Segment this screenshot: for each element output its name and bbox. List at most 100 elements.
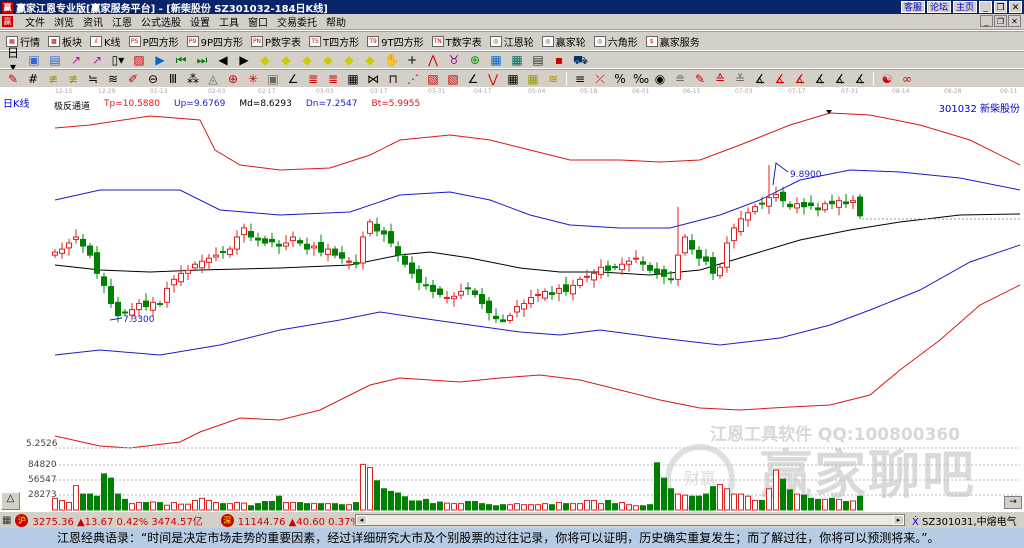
candle-body <box>269 238 275 243</box>
volume-bar <box>542 503 548 511</box>
volume-bar <box>689 495 695 511</box>
volume-bar <box>731 493 737 511</box>
volume-bar <box>514 503 520 511</box>
volume-bar <box>668 488 674 511</box>
volume-bar <box>619 502 625 511</box>
volume-bar <box>472 501 478 511</box>
candle-body <box>724 242 730 268</box>
candle-body <box>857 196 863 217</box>
volume-bar <box>248 505 254 511</box>
candle-body <box>234 236 240 250</box>
scroll-right-button[interactable]: → <box>1004 496 1022 509</box>
candle-body <box>598 266 604 276</box>
volume-bar <box>66 502 72 511</box>
price-tick-label: 5.2526 <box>26 439 58 449</box>
volume-bar <box>367 467 373 511</box>
volume-bar <box>87 493 93 511</box>
volume-bar <box>570 503 576 511</box>
volume-bar <box>521 504 527 511</box>
ticker-status[interactable]: Ẋ SZ301031,中熔电气 <box>912 513 1017 528</box>
horizontal-scrollbar[interactable]: ◂ ▸ <box>355 514 905 526</box>
volume-bar <box>108 477 114 511</box>
candle-body <box>591 272 597 281</box>
volume-bar <box>836 498 842 511</box>
candle-body <box>101 276 107 286</box>
candle-body <box>136 303 142 311</box>
volume-bar <box>486 504 492 511</box>
candle-body <box>584 275 590 278</box>
volume-bar <box>444 502 450 511</box>
candle-body <box>395 246 401 256</box>
candle-body <box>682 236 688 254</box>
volume-bar <box>724 488 730 511</box>
volume-bar <box>591 499 597 511</box>
candle-body <box>626 260 632 265</box>
volume-bar <box>647 504 653 511</box>
volume-bar <box>129 503 135 511</box>
candle-body <box>780 191 786 202</box>
candle-body <box>311 245 317 249</box>
volume-bar <box>297 502 303 511</box>
volume-bar <box>577 503 583 511</box>
candle-body <box>472 290 478 295</box>
candle-body <box>710 257 716 274</box>
volume-bar <box>318 503 324 511</box>
vol-tick-label: 84820 <box>28 460 57 470</box>
volume-bar <box>682 494 688 511</box>
volume-bar <box>563 503 569 511</box>
scroll-left-arrow[interactable]: ◂ <box>356 515 367 525</box>
sh-index-icon: 沪 <box>15 513 29 527</box>
vol-tick-label: 56547 <box>28 475 57 485</box>
toggle-panel-button[interactable]: △ <box>1 492 20 510</box>
volume-bar <box>556 502 562 511</box>
volume-bar <box>738 493 744 511</box>
candle-body <box>528 296 534 305</box>
calculator-icon[interactable]: ▦ <box>2 515 11 526</box>
volume-bar <box>332 503 338 511</box>
candle-body <box>206 257 212 263</box>
volume-bar <box>80 493 86 511</box>
volume-bar <box>465 501 471 511</box>
candle-body <box>80 238 86 247</box>
candle-body <box>87 245 93 256</box>
candle-body <box>115 301 121 317</box>
low-marker-line <box>109 317 123 321</box>
candle-body <box>738 218 744 233</box>
candle-body <box>346 260 352 263</box>
volume-bar <box>696 495 702 511</box>
volume-bar <box>703 493 709 511</box>
volume-bar <box>801 494 807 511</box>
volume-bar <box>276 495 282 511</box>
scroll-right-arrow[interactable]: ▸ <box>893 515 904 525</box>
kline-chart[interactable]: 9.8900 7.3300 <box>0 0 1024 512</box>
volume-bar <box>304 503 310 511</box>
volume-bar <box>423 498 429 511</box>
sh-index-value[interactable]: 3275.36 ▲13.67 0.42% 3474.57亿 <box>32 513 202 528</box>
volume-bar <box>136 502 142 511</box>
volume-bar <box>808 497 814 511</box>
candle-body <box>451 295 457 300</box>
volume-bar <box>262 501 268 511</box>
candle-body <box>409 262 415 274</box>
candle-body <box>465 287 471 290</box>
candle-body <box>619 263 625 271</box>
volume-bar <box>458 503 464 511</box>
volume-bar <box>815 498 821 511</box>
candle-body <box>248 231 254 238</box>
candle-body <box>654 268 660 274</box>
candle-body <box>178 272 184 283</box>
volume-bar <box>227 503 233 511</box>
candle-body <box>164 287 170 303</box>
candle-body <box>850 200 856 204</box>
candle-body <box>822 203 828 211</box>
volume-bar <box>234 502 240 511</box>
volume-bar <box>430 503 436 511</box>
candle-body <box>276 243 282 247</box>
volume-bar <box>199 497 205 511</box>
volume-bar <box>346 504 352 511</box>
candle-body <box>661 269 667 277</box>
volume-bar <box>353 502 359 511</box>
volume-bar <box>290 502 296 511</box>
candle-body <box>52 251 58 256</box>
candle-body <box>381 230 387 235</box>
